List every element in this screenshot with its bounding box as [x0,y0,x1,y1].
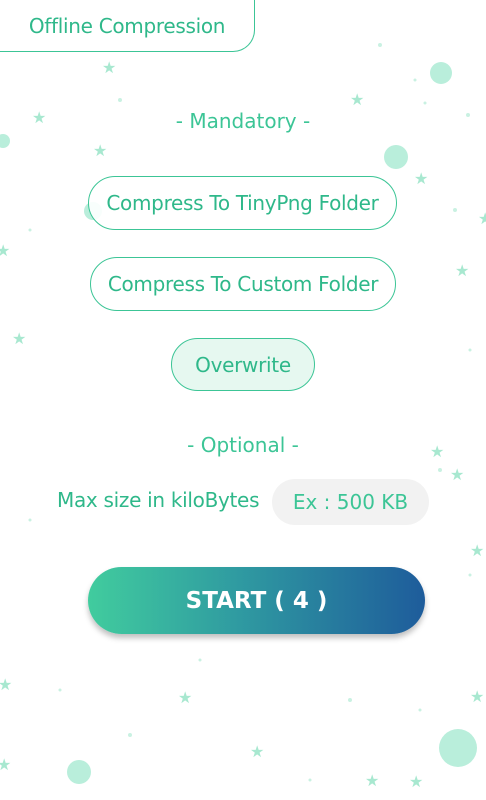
svg-text:★: ★ [470,541,484,560]
svg-text:★: ★ [409,772,423,791]
svg-text:★: ★ [0,755,11,774]
svg-text:★: ★ [0,675,12,694]
svg-text:★: ★ [12,329,26,348]
option-label: Compress To TinyPng Folder [106,191,379,215]
optional-heading: - Optional - [187,433,299,457]
option-label: Compress To Custom Folder [107,272,379,296]
start-button[interactable]: START ( 4 ) [88,567,425,634]
compress-tinypng-folder-button[interactable]: Compress To TinyPng Folder [88,176,397,230]
offline-compression-tab[interactable]: Offline Compression [0,0,255,52]
svg-text:★: ★ [0,241,10,260]
svg-text:★: ★ [350,90,364,109]
max-size-label: Max size in kiloBytes [57,488,260,512]
overwrite-button[interactable]: Overwrite [171,338,315,391]
svg-text:★: ★ [450,465,464,484]
svg-text:★: ★ [178,688,192,707]
svg-text:★: ★ [365,771,379,790]
svg-text:★: ★ [470,687,484,706]
option-label: Overwrite [195,352,291,377]
mandatory-heading: - Mandatory - [175,109,311,133]
svg-text:★: ★ [102,58,116,77]
svg-text:★: ★ [250,742,264,761]
svg-text:★: ★ [478,209,486,228]
svg-text:★: ★ [455,261,469,280]
tab-title: Offline Compression [28,13,226,38]
svg-text:★: ★ [414,169,428,188]
start-button-label: START ( 4 ) [185,587,328,614]
compress-custom-folder-button[interactable]: Compress To Custom Folder [90,257,396,311]
max-size-input[interactable] [272,479,429,525]
svg-text:★: ★ [93,141,107,160]
